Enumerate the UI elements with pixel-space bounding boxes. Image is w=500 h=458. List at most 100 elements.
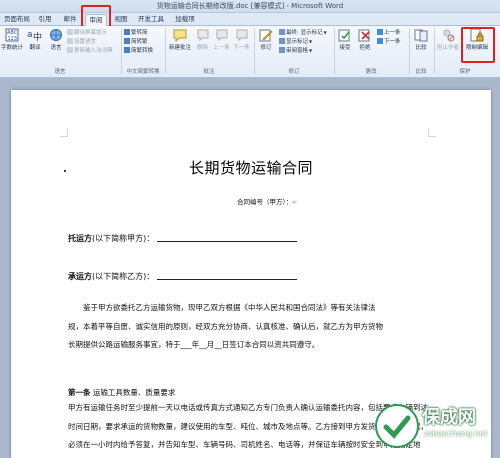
track-changes-icon xyxy=(259,29,273,42)
carrier-fill-line[interactable] xyxy=(157,279,298,280)
article-1-label: 第一条 xyxy=(68,388,91,397)
review-pane-icon xyxy=(279,47,285,53)
language-label: 语言 xyxy=(50,45,62,51)
screentip-icon xyxy=(67,29,73,35)
translate-icon: a 中 xyxy=(27,30,42,42)
checkmark-icon xyxy=(383,415,411,439)
word-count-icon: ABC 123 xyxy=(5,28,19,42)
shipper-line: 托运方(以下简称甲方)： xyxy=(68,233,298,244)
svg-text:a: a xyxy=(27,30,33,40)
translate-screentip-button[interactable]: 翻译屏幕提示 xyxy=(67,29,107,37)
update-ime-button[interactable]: 更新输入法词典 xyxy=(67,47,113,55)
chinese-convert-icon xyxy=(124,47,130,53)
new-comment-button[interactable]: 新建批注 xyxy=(167,28,193,51)
carrier-rest: (以下简称乙方)： xyxy=(92,272,155,281)
reject-button[interactable]: 拒绝 xyxy=(356,28,374,51)
language-button[interactable]: 语言 xyxy=(46,28,66,51)
new-comment-icon xyxy=(173,29,187,42)
word-count-label: 字数统计 xyxy=(1,45,24,51)
title-bar: 货物运输合同长期修改版.doc [兼容模式] - Microsoft Word xyxy=(0,0,500,13)
next-comment-icon xyxy=(236,29,247,42)
track-changes-button[interactable]: 修订 xyxy=(256,28,276,51)
next-comment-button[interactable]: 下一条 xyxy=(232,28,251,51)
shipper-fill-line[interactable] xyxy=(157,241,298,242)
changes-group-label: 更改 xyxy=(365,69,377,75)
window-title: 货物运输合同长期修改版.doc [兼容模式] - Microsoft Word xyxy=(156,2,344,10)
tracking-group-label: 修订 xyxy=(288,69,300,75)
block-authors-icon xyxy=(443,29,455,42)
tab-references[interactable]: 引用 xyxy=(34,14,56,26)
prev-comment-button[interactable]: 上一条 xyxy=(212,28,231,51)
compare-button[interactable]: 比较 xyxy=(411,28,431,51)
tab-mailings[interactable]: 邮件 xyxy=(60,14,80,26)
watermark-text: 保成网 xyxy=(422,407,476,428)
carrier-line: 承运方(以下简称乙方)： xyxy=(68,271,298,282)
svg-text:123: 123 xyxy=(8,36,18,42)
delete-comment-label: 删除 xyxy=(196,45,208,51)
restrict-editing-button[interactable]: 限制编辑 xyxy=(463,28,491,51)
ribbon: ABC 123 字数统计 a 中 翻译 语言 翻译屏幕提示 设置语言 更新输入法… xyxy=(0,26,500,78)
article-1-heading: 第一条 运输工具数量、质量要求 xyxy=(68,387,175,398)
previous-change-icon xyxy=(377,29,383,35)
previous-change-button[interactable]: 上一条 xyxy=(377,29,401,37)
tab-view[interactable]: 视图 xyxy=(111,14,131,26)
delete-comment-icon xyxy=(197,29,208,42)
prev-comment-label: 上一条 xyxy=(213,45,230,51)
translate-label: 翻译 xyxy=(29,45,41,51)
next-change-icon xyxy=(377,38,383,44)
margin-corner-mark xyxy=(60,129,68,137)
compare-group-label: 比较 xyxy=(415,69,427,75)
track-changes-label: 修订 xyxy=(260,45,272,51)
carrier-label: 承运方 xyxy=(68,272,92,281)
article-1-title: 运输工具数量、质量要求 xyxy=(92,388,176,397)
svg-text:中: 中 xyxy=(33,31,42,42)
tab-review[interactable]: 审阅 xyxy=(85,14,107,26)
prev-comment-icon xyxy=(216,29,227,42)
ime-dictionary-icon xyxy=(67,47,73,53)
tab-page-layout[interactable]: 页面布局 xyxy=(2,14,32,26)
accept-label: 接受 xyxy=(339,45,351,51)
accept-icon xyxy=(338,29,350,42)
document-title: 长期货物运输合同 xyxy=(188,159,313,177)
ribbon-tab-row: 页面布局 引用 邮件 审阅 视图 开发工具 加载项 xyxy=(0,13,500,26)
shipper-label: 托运方 xyxy=(68,234,92,243)
show-markup-icon xyxy=(279,38,285,44)
tab-developer[interactable]: 开发工具 xyxy=(136,14,166,26)
restrict-editing-label: 限制编辑 xyxy=(465,45,488,51)
simp-to-trad-icon xyxy=(124,38,130,44)
new-comment-label: 新建批注 xyxy=(168,45,191,51)
next-change-button[interactable]: 下一条 xyxy=(377,38,401,46)
simp-to-trad-button[interactable]: 简转繁 xyxy=(124,38,148,46)
chinese-convert-button[interactable]: 简繁转换 xyxy=(124,47,153,55)
reject-icon xyxy=(358,29,370,42)
watermark-url: zsbaocheng.net xyxy=(424,429,488,438)
reject-label: 拒绝 xyxy=(359,45,371,51)
display-review-icon xyxy=(279,29,285,35)
comments-group-label: 批注 xyxy=(203,69,215,75)
site-watermark: 保成网 zsbaocheng.net xyxy=(375,399,500,458)
paragraph-preamble: 鉴于甲方欲委托乙方运输货物，现甲乙双方根据《中华人民共和国合同法》等有关法律法规… xyxy=(68,303,383,349)
display-for-review-select[interactable]: 最终: 显示标记▼ xyxy=(279,29,327,37)
watermark-logo xyxy=(375,404,419,448)
contract-number-line: 合同编号（甲方）：↵ xyxy=(237,198,298,206)
trad-to-simp-icon xyxy=(124,29,130,35)
language-icon xyxy=(50,29,62,41)
tab-addins[interactable]: 加载项 xyxy=(172,14,198,26)
protect-group-label: 保护 xyxy=(459,69,471,75)
trad-to-simp-button[interactable]: 繁转简 xyxy=(124,29,148,37)
show-markup-button[interactable]: 显示标记▼ xyxy=(279,38,312,46)
set-language-button[interactable]: 设置语言 xyxy=(67,38,96,46)
margin-corner-mark xyxy=(428,129,436,137)
word-count-button[interactable]: ABC 123 字数统计 xyxy=(1,28,23,51)
set-language-icon xyxy=(67,38,73,44)
paragraph-article-1: 甲方有运输任务时至少提前一天以电话或传真方式通知乙方专门负责人确认运输委托内容，… xyxy=(68,403,428,449)
translate-button[interactable]: a 中 翻译 xyxy=(24,28,46,51)
delete-comment-button[interactable]: 删除 xyxy=(194,28,211,51)
chinese-group-label: 中文简繁转换 xyxy=(126,69,160,75)
restrict-editing-icon xyxy=(470,28,484,42)
review-pane-button[interactable]: 审阅窗格▼ xyxy=(279,47,312,55)
accept-button[interactable]: 接受 xyxy=(336,28,354,51)
next-comment-label: 下一条 xyxy=(233,45,250,51)
shipper-rest: (以下简称甲方)： xyxy=(92,234,155,243)
block-authors-button[interactable]: 阻止作者 xyxy=(435,28,461,51)
